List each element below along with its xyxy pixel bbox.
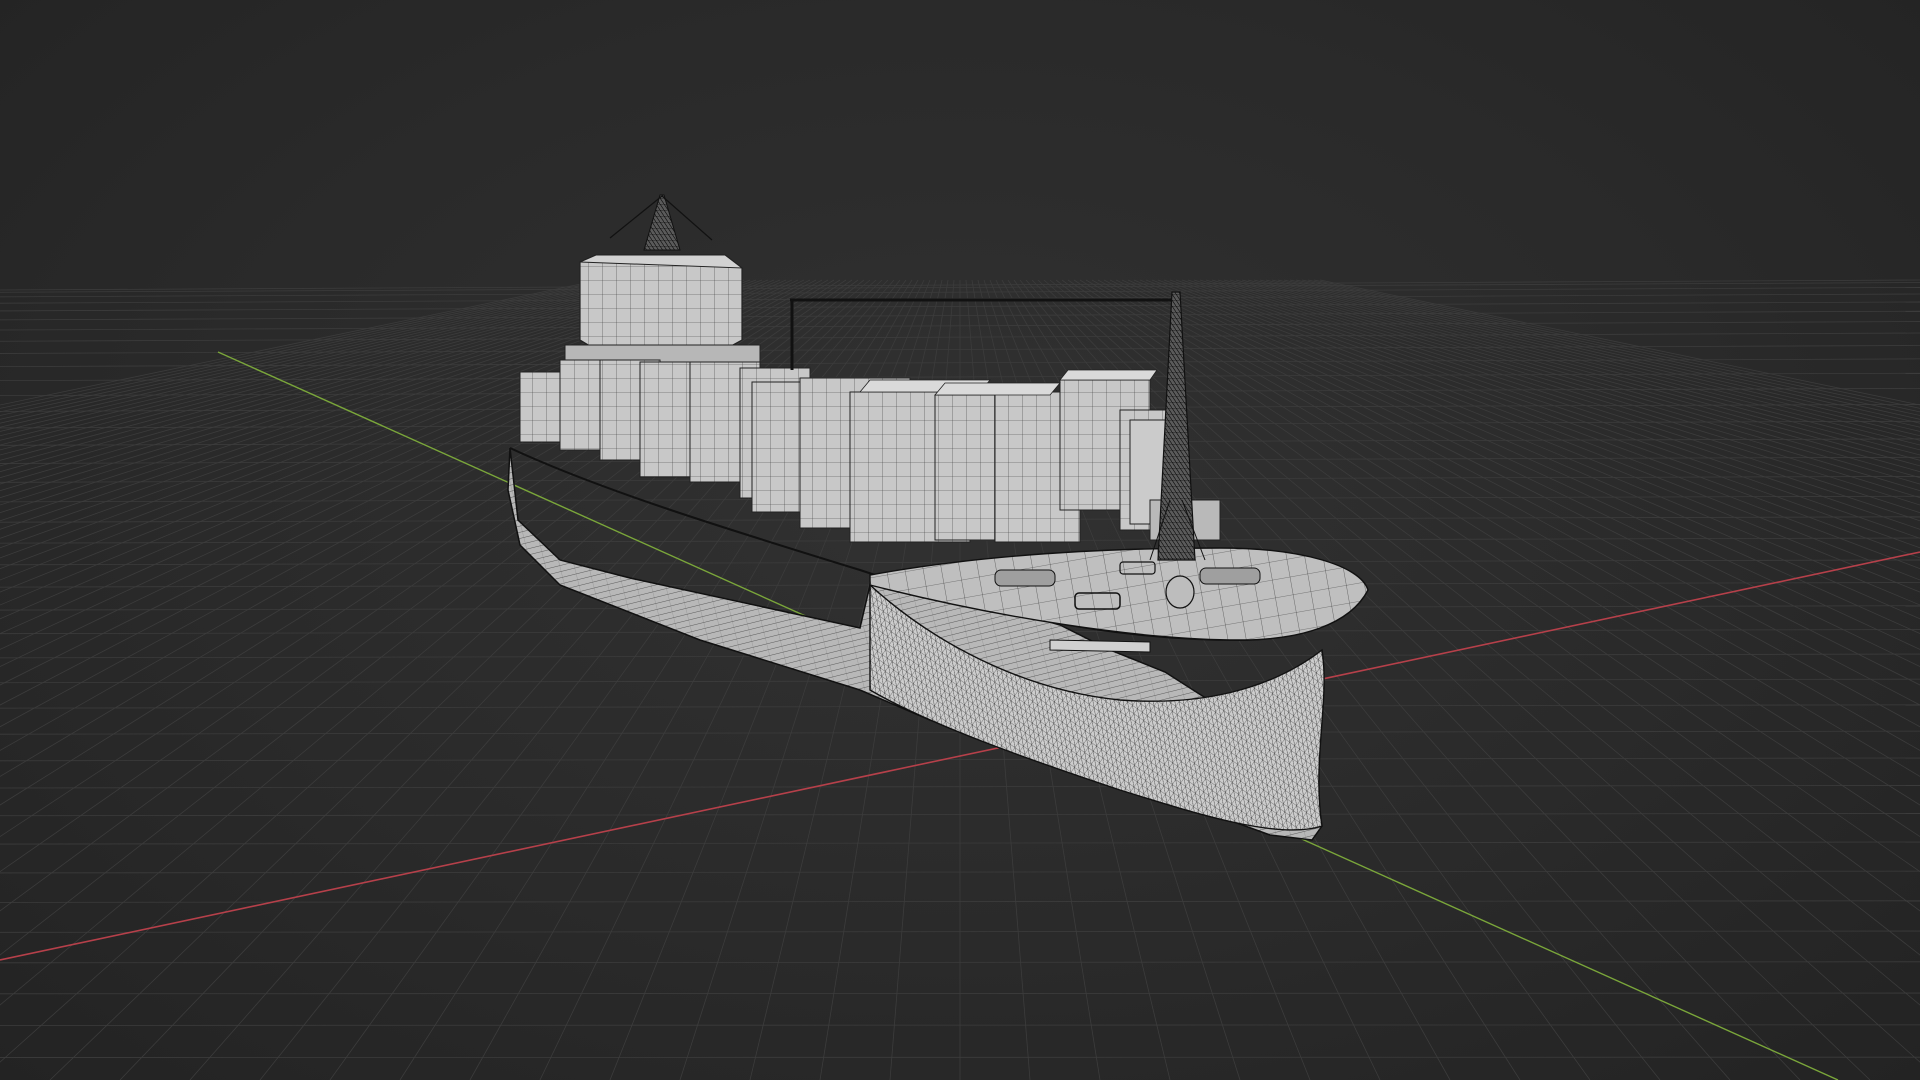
rear-mast [609,194,713,251]
grid-line [0,961,1920,964]
bridge-superstructure[interactable] [564,254,761,366]
grid-line [0,279,607,409]
container-stack-front [751,369,1221,543]
grid-line [0,992,1920,995]
container-ship-model[interactable] [507,194,1369,841]
grid-line [0,279,601,406]
viewport-canvas[interactable] [0,0,1920,1080]
grid-line [0,1024,1920,1026]
3d-viewport[interactable] [0,0,1920,1080]
